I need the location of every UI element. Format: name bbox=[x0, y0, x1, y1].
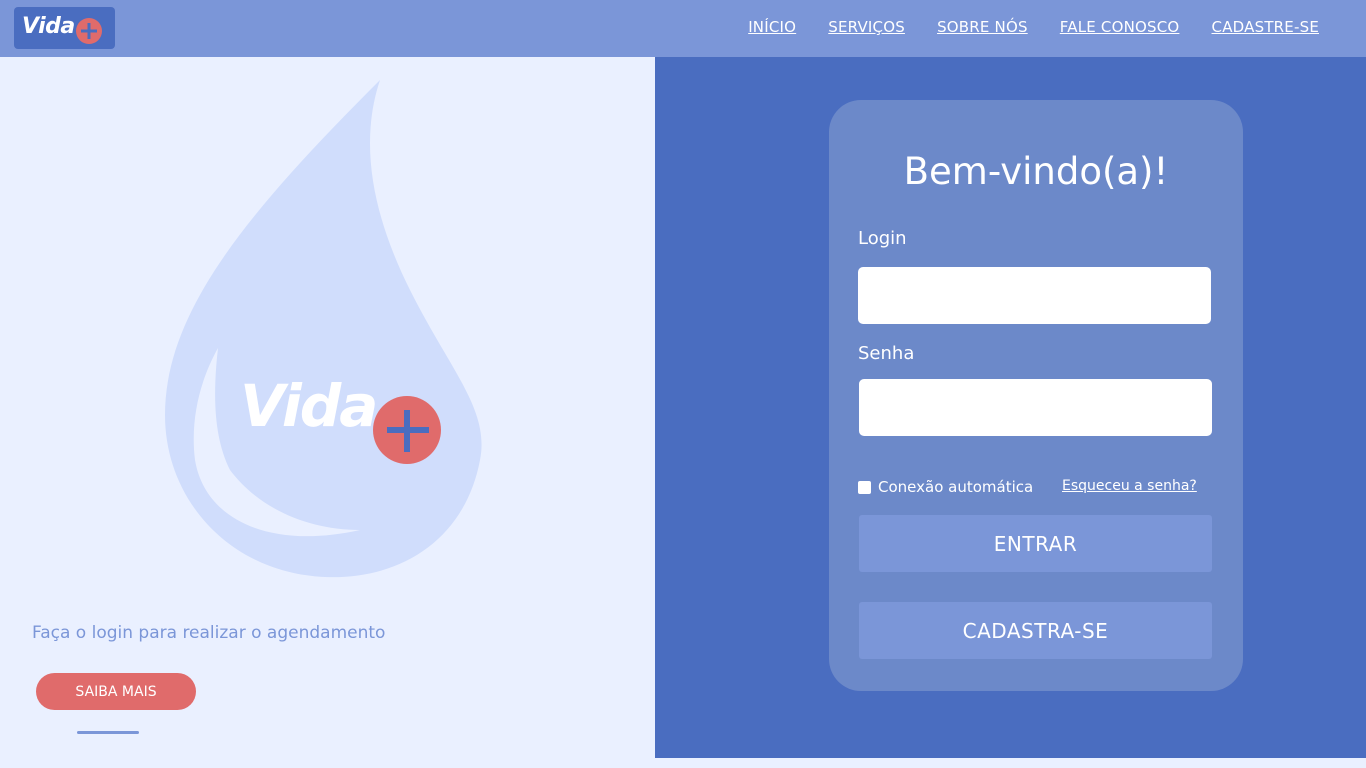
nav-link-sobre-nos[interactable]: SOBRE NÓS bbox=[937, 18, 1028, 36]
decorative-divider bbox=[77, 731, 139, 734]
signup-button[interactable]: CADASTRA-SE bbox=[859, 602, 1212, 659]
hero-logo-text: Vida bbox=[240, 372, 378, 440]
login-input[interactable] bbox=[858, 267, 1211, 324]
password-input[interactable] bbox=[859, 379, 1212, 436]
hero-tagline: Faça o login para realizar o agendamento bbox=[32, 623, 386, 643]
vida-logo[interactable]: Vida bbox=[14, 7, 115, 49]
plus-icon bbox=[76, 18, 102, 44]
login-panel: Bem-vindo(a)! Login Senha Conexão automá… bbox=[655, 57, 1366, 758]
water-drop-icon bbox=[165, 80, 482, 578]
nav-link-fale-conosco[interactable]: FALE CONOSCO bbox=[1060, 18, 1180, 36]
main-nav: INÍCIO SERVIÇOS SOBRE NÓS FALE CONOSCO C… bbox=[721, 17, 1319, 37]
nav-link-cadastre-se[interactable]: CADASTRE-SE bbox=[1212, 18, 1319, 36]
forgot-password-link[interactable]: Esqueceu a senha? bbox=[1062, 478, 1197, 494]
nav-link-inicio[interactable]: INÍCIO bbox=[748, 18, 796, 36]
welcome-title: Bem-vindo(a)! bbox=[903, 150, 1169, 193]
login-label: Login bbox=[858, 228, 907, 249]
password-label: Senha bbox=[858, 343, 915, 364]
hero-plus-icon bbox=[373, 396, 441, 464]
nav-link-servicos[interactable]: SERVIÇOS bbox=[828, 18, 905, 36]
top-header: Vida INÍCIO SERVIÇOS SOBRE NÓS FALE CONO… bbox=[0, 0, 1366, 57]
auto-login-label: Conexão automática bbox=[878, 478, 1034, 496]
auto-login-checkbox[interactable] bbox=[858, 480, 871, 494]
saiba-mais-button[interactable]: SAIBA MAIS bbox=[36, 673, 196, 710]
login-submit-button[interactable]: ENTRAR bbox=[859, 515, 1212, 572]
login-card: Bem-vindo(a)! Login Senha Conexão automá… bbox=[829, 100, 1243, 691]
logo-text: Vida bbox=[22, 14, 75, 39]
auto-login-option[interactable]: Conexão automática bbox=[858, 478, 1033, 496]
